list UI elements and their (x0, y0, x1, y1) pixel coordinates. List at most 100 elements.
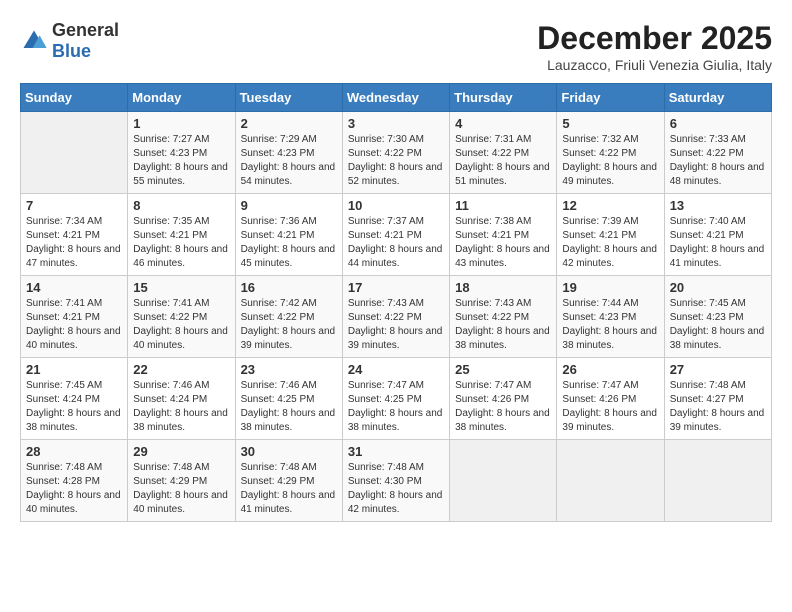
calendar-table: SundayMondayTuesdayWednesdayThursdayFrid… (20, 83, 772, 522)
day-number: 8 (133, 198, 229, 213)
logo-icon (20, 27, 48, 55)
day-number: 2 (241, 116, 337, 131)
calendar-cell: 6Sunrise: 7:33 AMSunset: 4:22 PMDaylight… (664, 112, 771, 194)
day-number: 29 (133, 444, 229, 459)
day-number: 27 (670, 362, 766, 377)
cell-info: Sunrise: 7:44 AMSunset: 4:23 PMDaylight:… (562, 298, 657, 351)
cell-info: Sunrise: 7:43 AMSunset: 4:22 PMDaylight:… (455, 298, 550, 351)
cell-info: Sunrise: 7:48 AMSunset: 4:28 PMDaylight:… (26, 462, 121, 515)
day-number: 30 (241, 444, 337, 459)
calendar-cell (21, 112, 128, 194)
weekday-header: Saturday (664, 84, 771, 112)
day-number: 9 (241, 198, 337, 213)
cell-info: Sunrise: 7:40 AMSunset: 4:21 PMDaylight:… (670, 216, 765, 269)
cell-info: Sunrise: 7:47 AMSunset: 4:25 PMDaylight:… (348, 380, 443, 433)
cell-info: Sunrise: 7:43 AMSunset: 4:22 PMDaylight:… (348, 298, 443, 351)
calendar-cell: 30 Sunrise: 7:48 AMSunset: 4:29 PMDayligh… (235, 440, 342, 522)
day-number: 31 (348, 444, 444, 459)
calendar-cell: 19 Sunrise: 7:44 AMSunset: 4:23 PMDayligh… (557, 276, 664, 358)
cell-info: Sunrise: 7:37 AMSunset: 4:21 PMDaylight:… (348, 216, 443, 269)
calendar-week-row: 7 Sunrise: 7:34 AMSunset: 4:21 PMDaylight… (21, 194, 772, 276)
logo-blue: Blue (52, 41, 91, 61)
day-number: 3 (348, 116, 444, 131)
day-number: 23 (241, 362, 337, 377)
calendar-cell: 7 Sunrise: 7:34 AMSunset: 4:21 PMDaylight… (21, 194, 128, 276)
day-number: 21 (26, 362, 122, 377)
calendar-cell (664, 440, 771, 522)
day-number: 1 (133, 116, 229, 131)
weekday-header: Tuesday (235, 84, 342, 112)
calendar-cell: 12 Sunrise: 7:39 AMSunset: 4:21 PMDayligh… (557, 194, 664, 276)
day-number: 10 (348, 198, 444, 213)
calendar-cell: 31 Sunrise: 7:48 AMSunset: 4:30 PMDayligh… (342, 440, 449, 522)
calendar-cell: 13 Sunrise: 7:40 AMSunset: 4:21 PMDayligh… (664, 194, 771, 276)
cell-info: Sunrise: 7:39 AMSunset: 4:21 PMDaylight:… (562, 216, 657, 269)
calendar-week-row: 1 Sunrise: 7:27 AMSunset: 4:23 PMDaylight… (21, 112, 772, 194)
weekday-header-row: SundayMondayTuesdayWednesdayThursdayFrid… (21, 84, 772, 112)
calendar-cell: 1 Sunrise: 7:27 AMSunset: 4:23 PMDaylight… (128, 112, 235, 194)
cell-info: Sunrise: 7:45 AMSunset: 4:23 PMDaylight:… (670, 298, 765, 351)
day-number: 24 (348, 362, 444, 377)
calendar-week-row: 14Sunrise: 7:41 AMSunset: 4:21 PMDayligh… (21, 276, 772, 358)
cell-info: Sunrise: 7:31 AMSunset: 4:22 PMDaylight:… (455, 134, 550, 187)
calendar-week-row: 21Sunrise: 7:45 AMSunset: 4:24 PMDayligh… (21, 358, 772, 440)
calendar-cell: 21Sunrise: 7:45 AMSunset: 4:24 PMDayligh… (21, 358, 128, 440)
calendar-cell (557, 440, 664, 522)
cell-info: Sunrise: 7:29 AMSunset: 4:23 PMDaylight:… (241, 134, 336, 187)
day-number: 19 (562, 280, 658, 295)
calendar-cell: 29Sunrise: 7:48 AMSunset: 4:29 PMDayligh… (128, 440, 235, 522)
header: General Blue December 2025 Lauzacco, Fri… (20, 20, 772, 73)
calendar-cell: 20 Sunrise: 7:45 AMSunset: 4:23 PMDayligh… (664, 276, 771, 358)
day-number: 12 (562, 198, 658, 213)
cell-info: Sunrise: 7:42 AMSunset: 4:22 PMDaylight:… (241, 298, 336, 351)
calendar-cell: 8 Sunrise: 7:35 AMSunset: 4:21 PMDaylight… (128, 194, 235, 276)
calendar-cell: 16 Sunrise: 7:42 AMSunset: 4:22 PMDayligh… (235, 276, 342, 358)
cell-info: Sunrise: 7:48 AMSunset: 4:30 PMDaylight:… (348, 462, 443, 515)
day-number: 7 (26, 198, 122, 213)
calendar-cell: 22 Sunrise: 7:46 AMSunset: 4:24 PMDayligh… (128, 358, 235, 440)
cell-info: Sunrise: 7:41 AMSunset: 4:22 PMDaylight:… (133, 298, 228, 351)
cell-info: Sunrise: 7:35 AMSunset: 4:21 PMDaylight:… (133, 216, 228, 269)
day-number: 26 (562, 362, 658, 377)
cell-info: Sunrise: 7:46 AMSunset: 4:24 PMDaylight:… (133, 380, 228, 433)
day-number: 13 (670, 198, 766, 213)
calendar-cell: 18 Sunrise: 7:43 AMSunset: 4:22 PMDayligh… (450, 276, 557, 358)
cell-info: Sunrise: 7:32 AMSunset: 4:22 PMDaylight:… (562, 134, 657, 187)
day-number: 6 (670, 116, 766, 131)
calendar-cell: 14Sunrise: 7:41 AMSunset: 4:21 PMDayligh… (21, 276, 128, 358)
weekday-header: Friday (557, 84, 664, 112)
weekday-header: Thursday (450, 84, 557, 112)
subtitle: Lauzacco, Friuli Venezia Giulia, Italy (537, 57, 772, 73)
calendar-cell: 5Sunrise: 7:32 AMSunset: 4:22 PMDaylight… (557, 112, 664, 194)
calendar-cell: 27Sunrise: 7:48 AMSunset: 4:27 PMDayligh… (664, 358, 771, 440)
calendar-cell: 4Sunrise: 7:31 AMSunset: 4:22 PMDaylight… (450, 112, 557, 194)
cell-info: Sunrise: 7:41 AMSunset: 4:21 PMDaylight:… (26, 298, 121, 351)
cell-info: Sunrise: 7:38 AMSunset: 4:21 PMDaylight:… (455, 216, 550, 269)
cell-info: Sunrise: 7:48 AMSunset: 4:29 PMDaylight:… (241, 462, 336, 515)
calendar-cell: 3Sunrise: 7:30 AMSunset: 4:22 PMDaylight… (342, 112, 449, 194)
day-number: 22 (133, 362, 229, 377)
cell-info: Sunrise: 7:36 AMSunset: 4:21 PMDaylight:… (241, 216, 336, 269)
calendar-week-row: 28 Sunrise: 7:48 AMSunset: 4:28 PMDayligh… (21, 440, 772, 522)
cell-info: Sunrise: 7:47 AMSunset: 4:26 PMDaylight:… (562, 380, 657, 433)
logo-general: General (52, 20, 119, 40)
cell-info: Sunrise: 7:47 AMSunset: 4:26 PMDaylight:… (455, 380, 550, 433)
calendar-cell (450, 440, 557, 522)
cell-info: Sunrise: 7:46 AMSunset: 4:25 PMDaylight:… (241, 380, 336, 433)
logo: General Blue (20, 20, 119, 62)
calendar-cell: 10 Sunrise: 7:37 AMSunset: 4:21 PMDayligh… (342, 194, 449, 276)
day-number: 18 (455, 280, 551, 295)
day-number: 15 (133, 280, 229, 295)
calendar-cell: 23 Sunrise: 7:46 AMSunset: 4:25 PMDayligh… (235, 358, 342, 440)
cell-info: Sunrise: 7:27 AMSunset: 4:23 PMDaylight:… (133, 134, 228, 187)
day-number: 11 (455, 198, 551, 213)
title-area: December 2025 Lauzacco, Friuli Venezia G… (537, 20, 772, 73)
weekday-header: Monday (128, 84, 235, 112)
day-number: 20 (670, 280, 766, 295)
cell-info: Sunrise: 7:34 AMSunset: 4:21 PMDaylight:… (26, 216, 121, 269)
day-number: 28 (26, 444, 122, 459)
day-number: 16 (241, 280, 337, 295)
calendar-cell: 9 Sunrise: 7:36 AMSunset: 4:21 PMDaylight… (235, 194, 342, 276)
calendar-cell: 28 Sunrise: 7:48 AMSunset: 4:28 PMDayligh… (21, 440, 128, 522)
weekday-header: Sunday (21, 84, 128, 112)
